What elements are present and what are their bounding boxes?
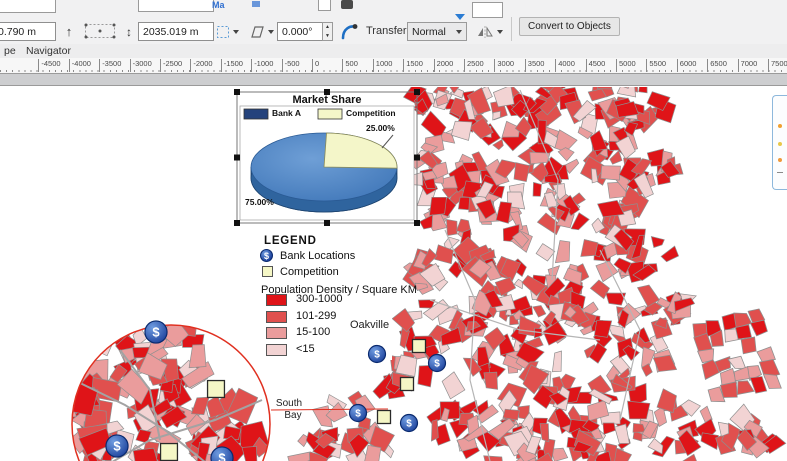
clipped-spinner-fragment — [318, 0, 331, 11]
density-class-label: 300-1000 — [296, 293, 343, 305]
palette-dot — [778, 124, 782, 128]
density-class-swatch — [266, 311, 287, 323]
ruler-tick: -4000 — [69, 59, 91, 72]
map-place-label: South — [249, 398, 329, 409]
ruler-tick: 4000 — [555, 59, 575, 72]
ruler-tick: -3000 — [130, 59, 152, 72]
density-class-label: 15-100 — [296, 326, 330, 338]
tab-navigator[interactable]: Navigator — [26, 45, 71, 57]
ruler-tick: 3500 — [525, 59, 545, 72]
density-class-swatch — [266, 344, 287, 356]
transfer-label: Transfer — [366, 25, 407, 37]
palette-handle — [777, 172, 783, 173]
svg-text:$: $ — [152, 325, 160, 340]
ruler-tick: 4500 — [586, 59, 606, 72]
density-class-swatch — [266, 327, 287, 339]
object-origin-selector[interactable] — [84, 23, 116, 45]
merge-mode-value: Normal — [412, 26, 446, 38]
clipped-toolbar-fragment: Ma — [212, 0, 225, 10]
ruler-tick: -2000 — [190, 59, 212, 72]
vertical-arrow-icon: ↕ — [122, 22, 136, 41]
ruler-tick: 3000 — [494, 59, 514, 72]
ruler-tick: 6000 — [677, 59, 697, 72]
horizontal-ruler[interactable]: -4500 -4000 -3500 -3000 -2500 -2000 -1500 -1000… — [0, 58, 787, 74]
drawing-canvas[interactable]: $$$$$$$ Market Share Bank A Competition … — [0, 73, 787, 461]
density-class-swatch — [266, 294, 287, 306]
ruler-tick: -4500 — [38, 59, 60, 72]
mirror-dropdown[interactable] — [476, 22, 503, 41]
legend-competition: Competition — [280, 266, 339, 278]
svg-text:$: $ — [355, 409, 361, 420]
docker-tab-row: pe Navigator — [0, 44, 787, 59]
ruler-tick: 500 — [342, 59, 358, 72]
bank-location-legend-icon: $ — [260, 249, 273, 262]
clipped-field-fragment — [472, 2, 503, 18]
ruler-tick: -2500 — [160, 59, 182, 72]
ruler-tick: 2500 — [464, 59, 484, 72]
ruler-tick: -500 — [282, 59, 300, 72]
clipped-field-fragment — [0, 0, 56, 13]
legend-bank-locations: Bank Locations — [280, 250, 355, 262]
svg-text:$: $ — [218, 451, 226, 461]
chart-title: Market Share — [247, 94, 407, 106]
merge-mode-select[interactable]: Normal — [407, 22, 467, 41]
ruler-tick: 5000 — [616, 59, 636, 72]
ruler-tick: 6500 — [707, 59, 727, 72]
skew-tool-dropdown[interactable] — [250, 22, 274, 41]
pie-label-competition: 25.00% — [366, 123, 395, 133]
svg-text:$: $ — [113, 439, 121, 454]
ruler-tick: -1500 — [221, 59, 243, 72]
clipped-icon-fragment — [341, 0, 353, 9]
ruler-tick: 7500 — [768, 59, 787, 72]
density-class-label: <15 — [296, 343, 315, 355]
density-class-label: 101-299 — [296, 310, 336, 322]
ruler-tick: 1500 — [403, 59, 423, 72]
ruler-tick: -3500 — [99, 59, 121, 72]
selection-mode-dropdown[interactable] — [216, 22, 239, 41]
object-height-input[interactable] — [138, 22, 214, 41]
svg-text:$: $ — [374, 350, 380, 361]
application-window: Ma ↑ ↕ ▲▼ Transfer Norma — [0, 0, 787, 461]
map-place-label: Bay — [253, 410, 333, 421]
ruler-tick: 5500 — [646, 59, 666, 72]
clipped-icon-fragment — [252, 1, 260, 7]
toolbar-separator — [511, 17, 512, 41]
up-arrow-icon: ↑ — [61, 22, 77, 41]
ruler-tick: 7000 — [738, 59, 758, 72]
pie-label-bank-a: 75.00% — [245, 197, 274, 207]
property-bar: Ma ↑ ↕ ▲▼ Transfer Norma — [0, 0, 787, 45]
svg-text:$: $ — [434, 359, 440, 370]
clipped-field-fragment — [138, 0, 214, 12]
clipped-chevron-fragment — [455, 14, 465, 20]
object-width-input[interactable] — [0, 22, 56, 41]
chart-legend-bank-a: Bank A — [272, 108, 301, 118]
map-place-label: Oakville — [350, 319, 389, 331]
rotation-spinner[interactable]: ▲▼ — [322, 22, 333, 41]
legend-title: LEGEND — [264, 235, 317, 247]
ruler-tick: -1000 — [251, 59, 273, 72]
tab-partial[interactable]: pe — [4, 45, 16, 57]
docked-palette-strip[interactable] — [772, 95, 787, 190]
rotation-angle-input[interactable] — [277, 22, 323, 41]
svg-text:$: $ — [406, 419, 412, 430]
palette-dot — [778, 142, 782, 146]
convert-to-objects-button[interactable]: Convert to Objects — [519, 17, 620, 36]
chart-legend-competition: Competition — [346, 108, 396, 118]
palette-dot — [778, 158, 782, 162]
ruler-tick: 2000 — [434, 59, 454, 72]
legend-competition-swatch — [262, 266, 273, 277]
ruler-tick: 1000 — [373, 59, 393, 72]
ruler-tick: 0 — [312, 59, 319, 72]
